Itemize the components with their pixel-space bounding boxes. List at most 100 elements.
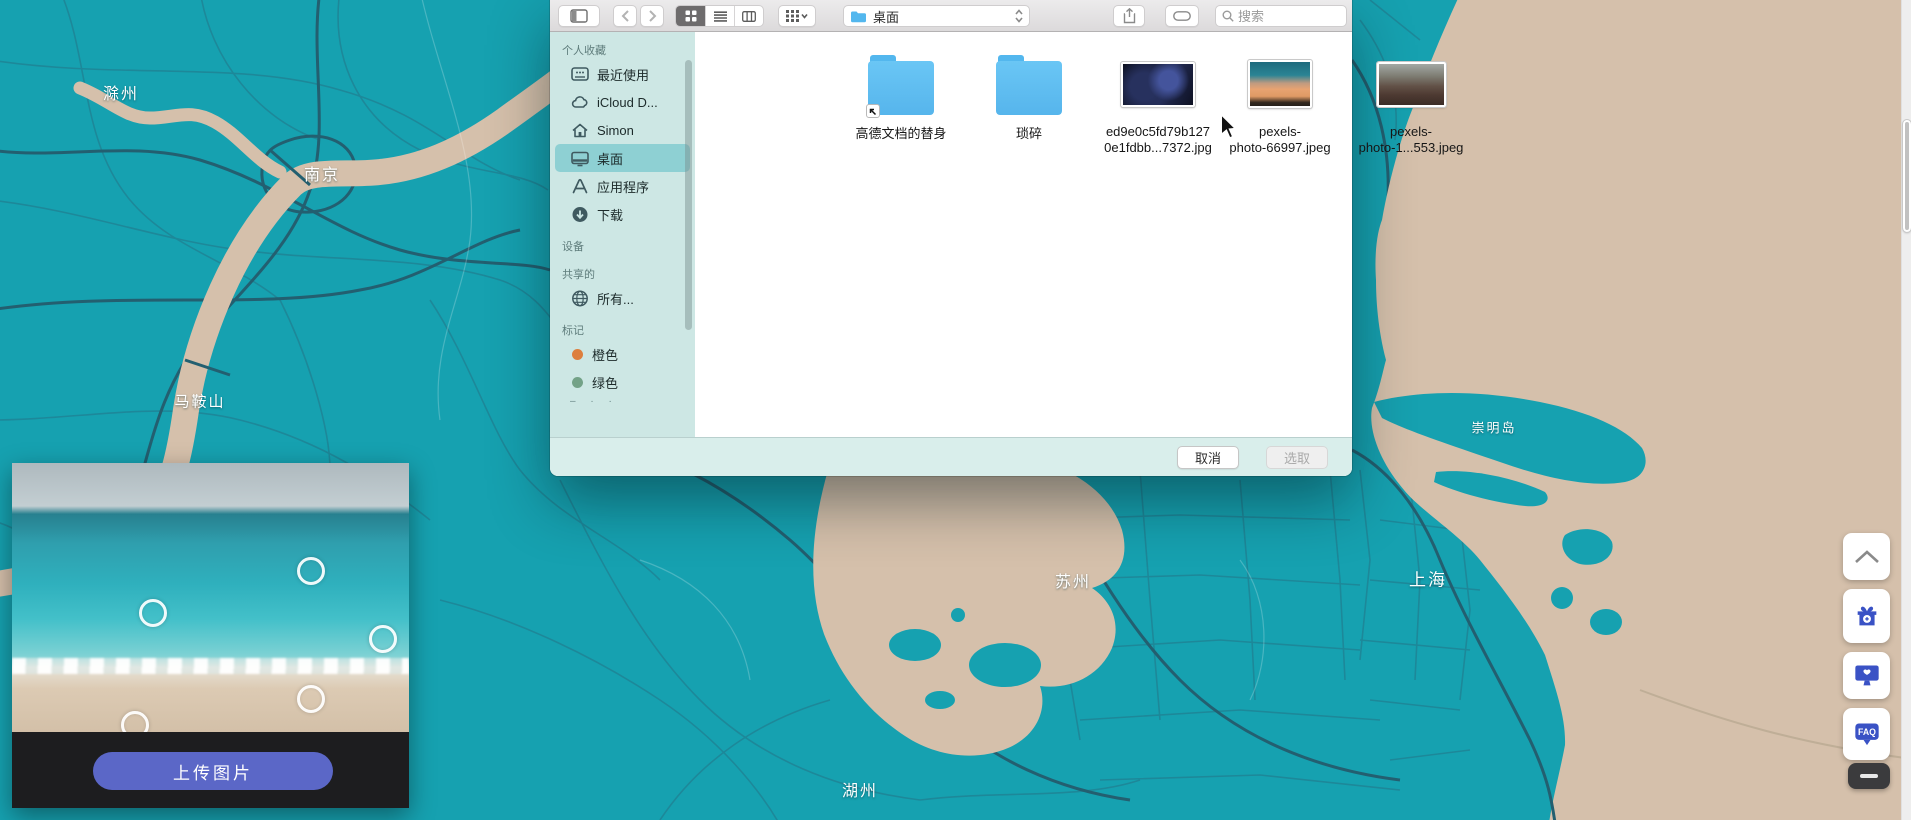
map-city-label: 湖州 xyxy=(841,783,879,800)
forward-button[interactable] xyxy=(640,5,664,27)
network-icon xyxy=(572,290,588,306)
file-name: 琐碎 xyxy=(1015,126,1042,141)
file-item[interactable]: pexels-photo-66997.jpeg xyxy=(1215,52,1345,156)
fab-gift[interactable] xyxy=(1843,589,1890,643)
file-item[interactable]: ed9e0c5fd79b127 0e1fdbb...7372.jpg xyxy=(1093,52,1223,156)
columns-view-icon xyxy=(742,10,756,22)
share-icon xyxy=(1123,8,1135,24)
group-by-icon xyxy=(786,10,808,22)
sidebar-item-最近使用[interactable]: 最近使用 xyxy=(555,60,690,88)
map-city-label: 滁州 xyxy=(102,86,140,103)
tag-dot-icon xyxy=(572,348,583,360)
sidebar-item-下载[interactable]: 下载 xyxy=(555,200,690,228)
file-name: 高德文档的替身 xyxy=(855,126,947,141)
choose-button[interactable]: 选取 xyxy=(1266,446,1328,469)
search-field[interactable] xyxy=(1215,5,1347,27)
sidebar-scrollbar[interactable] xyxy=(685,60,692,330)
location-label: 桌面 xyxy=(873,9,900,25)
cancel-button[interactable]: 取消 xyxy=(1177,446,1239,469)
surf-band xyxy=(12,658,409,674)
map-city-label: 苏州 xyxy=(1054,574,1092,591)
sidebar-item-所有...[interactable]: 所有... xyxy=(555,284,690,312)
scrollbar-thumb[interactable] xyxy=(1902,119,1911,233)
page-scrollbar[interactable] xyxy=(1901,0,1911,820)
dialog-sidebar: 个人收藏最近使用 iCloud D... Simon 桌面应用程序 下载设备共享的所有.… xyxy=(550,32,695,437)
view-grid-button[interactable] xyxy=(676,6,705,26)
photo-point-marker[interactable] xyxy=(369,625,397,653)
sidebar-item-应用程序[interactable]: 应用程序 xyxy=(555,172,690,200)
file-item[interactable]: 高德文档的替身 xyxy=(836,52,966,142)
beach-photo xyxy=(12,463,409,732)
downloads-icon xyxy=(572,206,588,222)
image-preview-panel: 上传图片 xyxy=(12,463,409,808)
sidebar-item-label: 桌面 xyxy=(597,151,624,167)
file-item[interactable]: pexels-photo-1...553.jpeg xyxy=(1346,52,1476,156)
file-item[interactable]: 琐碎 xyxy=(964,52,1094,142)
list-view-icon xyxy=(713,10,727,22)
chevron-up-icon xyxy=(1854,549,1879,563)
fab-screen-promo[interactable] xyxy=(1843,652,1890,699)
image-thumbnail xyxy=(1120,61,1196,108)
view-mode-segmented-control xyxy=(675,5,764,27)
sidebar-item-橙色[interactable]: 橙色 xyxy=(555,340,690,368)
dialog-footer: 取消 选取 xyxy=(550,437,1352,476)
map-zoom-out-button[interactable] xyxy=(1848,763,1890,789)
file-browser-area: 高德文档的替身 琐碎 ed9e0c5fd79b127 0e1fdbb...7372.j… xyxy=(695,32,1463,437)
tag-icon xyxy=(1173,11,1191,21)
file-name: pexels-photo-1...553.jpeg xyxy=(1358,124,1464,155)
group-by-button[interactable] xyxy=(778,5,816,27)
recents-icon xyxy=(571,66,589,81)
alias-arrow-badge xyxy=(866,104,880,118)
sidebar-item-label: 绿色 xyxy=(592,375,619,391)
grid-view-icon xyxy=(685,10,696,22)
map-city-label: 南京 xyxy=(303,167,341,184)
faq-icon: FAQ xyxy=(1854,723,1879,746)
sidebar-item-label: Simon xyxy=(597,122,634,138)
updown-chevrons-icon xyxy=(1015,9,1023,23)
photo-point-marker[interactable] xyxy=(297,557,325,585)
map-city-label: 上海 xyxy=(1409,570,1447,590)
sidebar-section-title: 共享的 xyxy=(562,269,595,281)
upload-image-button[interactable]: 上传图片 xyxy=(93,752,333,790)
sidebar-section-title: 设备 xyxy=(562,241,584,253)
folder-icon xyxy=(866,55,934,118)
sidebar-partial-row: – · · xyxy=(570,396,618,407)
view-columns-button[interactable] xyxy=(734,6,763,26)
sidebar-item-iCloud D...[interactable]: iCloud D... xyxy=(555,88,690,116)
map-city-label: 马鞍山 xyxy=(174,393,226,411)
photo-point-marker[interactable] xyxy=(139,599,167,627)
chevron-right-icon xyxy=(648,10,656,22)
chevron-left-icon xyxy=(621,10,629,22)
back-button[interactable] xyxy=(613,5,637,27)
mouse-cursor xyxy=(1220,115,1237,139)
app-stage: 滁州 南京 马鞍山 苏州 上海 湖州 崇明岛 桌面 搜索 个人收藏 最近使用 i… xyxy=(0,0,1911,820)
file-name: ed9e0c5fd79b127 0e1fdbb...7372.jpg xyxy=(1104,124,1212,155)
sidebar-item-桌面[interactable]: 桌面 xyxy=(555,144,690,172)
sidebar-item-绿色[interactable]: 绿色 xyxy=(555,368,690,396)
sidebar-item-Simon[interactable]: Simon xyxy=(555,116,690,144)
photo-point-marker[interactable] xyxy=(121,711,149,732)
sidebar-section-title: 个人收藏 xyxy=(562,45,606,57)
home-icon xyxy=(572,123,588,137)
gift-icon xyxy=(1857,606,1876,626)
share-button[interactable] xyxy=(1113,5,1145,27)
photo-point-marker[interactable] xyxy=(297,685,325,713)
dialog-toolbar: 桌面 xyxy=(550,0,1352,32)
svg-text:FAQ: FAQ xyxy=(1858,727,1876,737)
tag-dot-icon xyxy=(572,376,583,388)
sidebar-item-label: 最近使用 xyxy=(597,67,650,83)
fab-faq[interactable]: FAQ xyxy=(1843,708,1890,760)
sidebar-toggle-button[interactable] xyxy=(558,5,600,27)
sidebar-toggle-icon xyxy=(570,9,588,23)
desktop-icon xyxy=(571,151,589,166)
fab-chevron-up[interactable] xyxy=(1843,533,1890,580)
tags-button[interactable] xyxy=(1165,5,1199,27)
folder-icon xyxy=(996,55,1062,115)
folder-icon xyxy=(851,11,866,22)
search-input[interactable] xyxy=(1238,8,1328,24)
view-list-button[interactable] xyxy=(705,6,734,26)
location-dropdown[interactable]: 桌面 xyxy=(843,5,1030,27)
image-thumbnail xyxy=(1375,61,1447,108)
icloud-icon xyxy=(571,95,588,108)
screen-promo-icon xyxy=(1854,665,1879,685)
